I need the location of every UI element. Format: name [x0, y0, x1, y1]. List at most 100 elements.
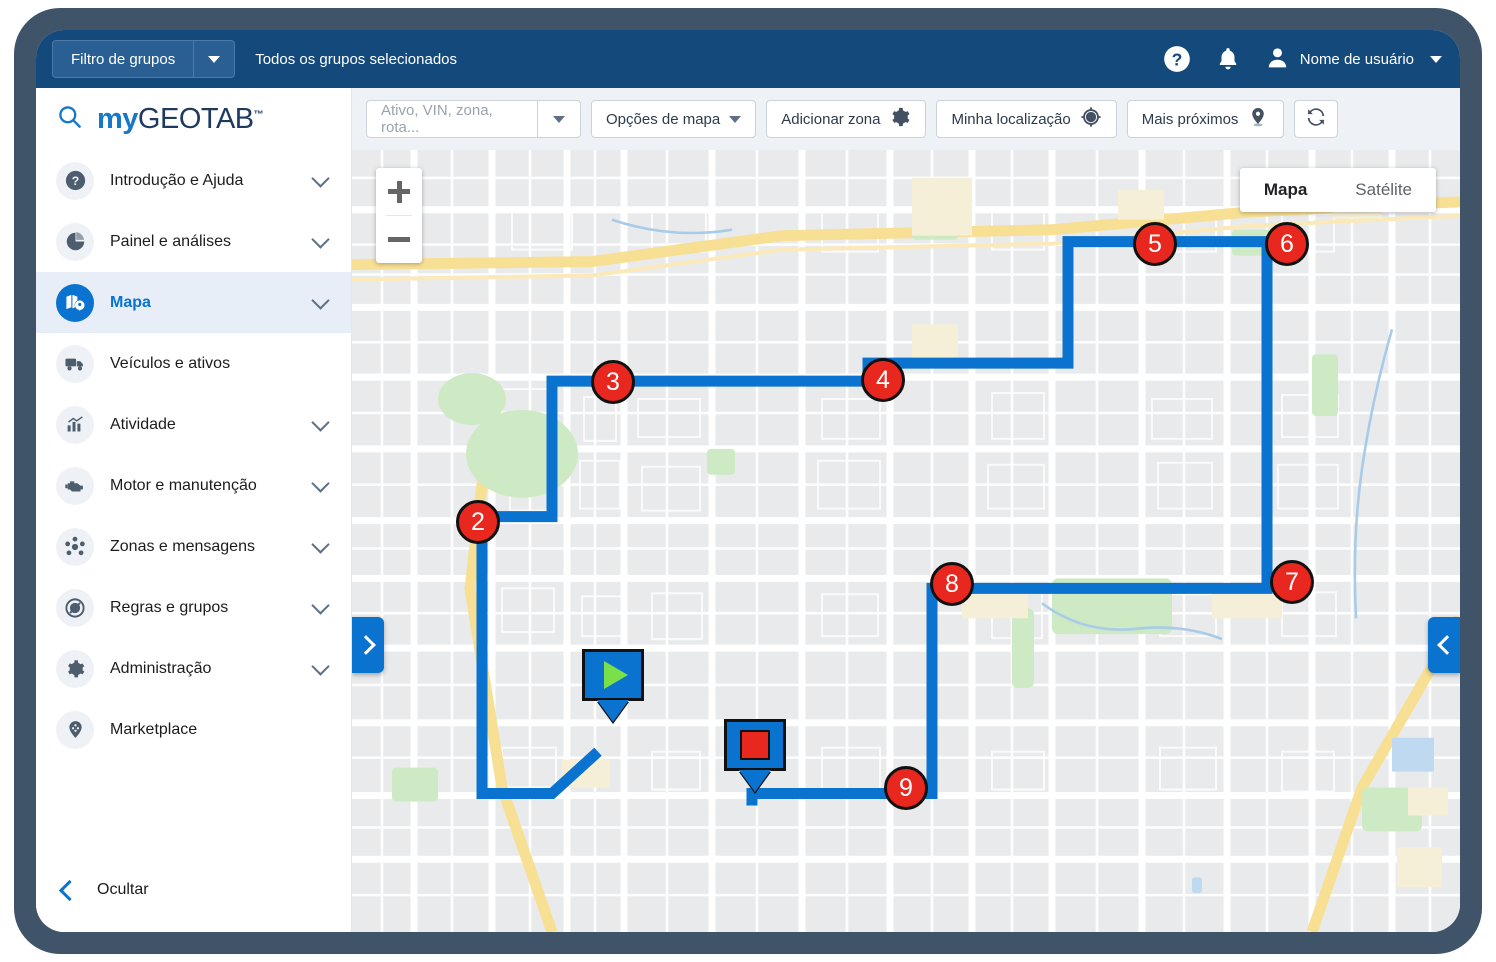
- minus-icon: [388, 237, 410, 242]
- map-search-control[interactable]: Ativo, VIN, zona, rota...: [366, 100, 581, 138]
- help-icon: ?: [56, 161, 94, 200]
- engine-icon: [56, 466, 94, 505]
- chevron-right-icon: [355, 635, 376, 655]
- marketplace-pin-icon: [56, 710, 94, 749]
- sidebar-item-label: Veículos e ativos: [110, 354, 231, 372]
- chevron-down-icon: [311, 534, 330, 554]
- mygeotab-logo: myGEOTAB™: [97, 102, 264, 135]
- sidebar-hide-button[interactable]: Ocultar: [36, 858, 351, 932]
- user-menu[interactable]: Nome de usuário: [1265, 45, 1442, 74]
- map-type-toggle[interactable]: Mapa Satélite: [1239, 168, 1436, 212]
- bell-icon[interactable]: [1215, 45, 1241, 73]
- nearest-button[interactable]: Mais próximos: [1126, 100, 1285, 138]
- right-panel-toggle[interactable]: [1428, 617, 1460, 673]
- sidebar-item-label: Zonas e mensagens: [110, 537, 255, 555]
- sidebar-item-introdu-o-e-ajuda[interactable]: ? Introdução e Ajuda: [36, 150, 351, 211]
- nearest-label: Mais próximos: [1141, 110, 1239, 128]
- refresh-button[interactable]: [1294, 100, 1339, 138]
- crosshair-icon: [1080, 106, 1102, 132]
- chevron-left-icon: [58, 879, 81, 901]
- gear-icon: [56, 649, 94, 688]
- route-start-marker[interactable]: [582, 649, 644, 722]
- map-canvas[interactable]: Mapa Satélite 2 3 4 5 6 7 8 9: [352, 150, 1460, 932]
- top-header-bar: Filtro de grupos Todos os grupos selecio…: [36, 30, 1460, 88]
- sidebar-item-regras-e-grupos[interactable]: Regras e grupos: [36, 577, 351, 638]
- top-bar-actions: ? Nome de usuário: [1163, 45, 1442, 74]
- route-stop-marker[interactable]: 6: [1265, 222, 1309, 266]
- route-stop-marker[interactable]: 5: [1133, 222, 1177, 266]
- my-location-button[interactable]: Minha localização: [936, 100, 1117, 138]
- map-search-dropdown-button[interactable]: [538, 101, 580, 137]
- location-pin-icon: [1247, 106, 1269, 132]
- sidebar-item-atividade[interactable]: Atividade: [36, 394, 351, 455]
- map-pin-icon: [56, 283, 94, 322]
- chevron-down-icon: [311, 168, 330, 188]
- group-selection-status: Todos os grupos selecionados: [255, 50, 458, 68]
- svg-text:?: ?: [71, 174, 78, 188]
- map-toolbar: Ativo, VIN, zona, rota... Opções de mapa…: [352, 88, 1460, 150]
- sidebar-item-mapa[interactable]: Mapa: [36, 272, 351, 333]
- group-filter-dropdown-button[interactable]: [194, 41, 234, 77]
- chevron-down-icon: [208, 55, 221, 63]
- chevron-down-icon: [1430, 55, 1442, 63]
- route-stop-marker[interactable]: 9: [884, 766, 928, 810]
- search-icon[interactable]: [56, 103, 83, 135]
- chevron-down-icon: [311, 412, 330, 432]
- logo-geotab: GEOTAB: [137, 102, 254, 135]
- left-panel-toggle[interactable]: [352, 617, 384, 673]
- map-type-satellite[interactable]: Satélite: [1331, 168, 1436, 212]
- sidebar-item-label: Introdução e Ajuda: [110, 171, 244, 189]
- device-frame: Filtro de grupos Todos os grupos selecio…: [14, 8, 1482, 954]
- pin-tail: [597, 700, 629, 722]
- zoom-in-button[interactable]: [376, 168, 422, 215]
- sidebar-item-administra-o[interactable]: Administração: [36, 638, 351, 699]
- pin-body: [724, 719, 786, 771]
- group-filter-control[interactable]: Filtro de grupos: [52, 40, 236, 78]
- bar-chart-icon: [56, 405, 94, 444]
- add-zone-label: Adicionar zona: [781, 110, 881, 128]
- no-entry-icon: [56, 588, 94, 627]
- pin-body: [582, 649, 644, 701]
- sidebar-item-painel-e-an-lises[interactable]: Painel e análises: [36, 211, 351, 272]
- sidebar-item-marketplace[interactable]: Marketplace: [36, 699, 351, 760]
- sidebar-item-label: Painel e análises: [110, 232, 231, 250]
- sidebar-item-ve-culos-e-ativos[interactable]: Veículos e ativos: [36, 333, 351, 394]
- route-stop-marker[interactable]: 7: [1270, 560, 1314, 604]
- my-location-label: Minha localização: [951, 110, 1071, 128]
- route-stop-marker[interactable]: 8: [930, 562, 974, 606]
- map-basemap: [352, 150, 1460, 932]
- zoom-control[interactable]: [376, 168, 422, 263]
- app-screen: Filtro de grupos Todos os grupos selecio…: [36, 30, 1460, 932]
- sidebar-item-label: Administração: [110, 659, 212, 677]
- sidebar-item-zonas-e-mensagens[interactable]: Zonas e mensagens: [36, 516, 351, 577]
- zoom-out-button[interactable]: [376, 216, 422, 263]
- map-search-input[interactable]: Ativo, VIN, zona, rota...: [367, 101, 537, 137]
- map-options-button[interactable]: Opções de mapa: [591, 100, 757, 138]
- help-circle-icon[interactable]: ?: [1163, 45, 1191, 73]
- user-avatar-icon: [1265, 45, 1290, 74]
- chevron-down-icon: [553, 115, 565, 123]
- map-options-label: Opções de mapa: [606, 110, 721, 128]
- add-zone-button[interactable]: Adicionar zona: [766, 100, 927, 138]
- route-stop-marker[interactable]: 4: [861, 358, 905, 402]
- map-column: Ativo, VIN, zona, rota... Opções de mapa…: [352, 88, 1460, 932]
- refresh-icon: [1305, 106, 1327, 132]
- logo-my: my: [97, 102, 138, 135]
- brand-row: myGEOTAB™: [36, 88, 351, 150]
- route-stop-marker[interactable]: 3: [591, 360, 635, 404]
- route-stop-marker[interactable]: 2: [456, 500, 500, 544]
- chevron-down-icon: [729, 115, 742, 123]
- pie-chart-icon: [56, 222, 94, 261]
- route-end-marker[interactable]: [724, 719, 786, 792]
- app-body: myGEOTAB™ ? Introdução e Ajuda Painel e an…: [36, 88, 1460, 932]
- sidebar-hide-label: Ocultar: [97, 881, 149, 898]
- map-type-map[interactable]: Mapa: [1240, 168, 1331, 212]
- group-filter-label[interactable]: Filtro de grupos: [53, 41, 195, 77]
- sidebar-item-label: Regras e grupos: [110, 598, 229, 616]
- sidebar-nav-list: ? Introdução e Ajuda Painel e análises Mapa…: [36, 150, 351, 760]
- chevron-down-icon: [311, 656, 330, 676]
- chevron-down-icon: [311, 595, 330, 615]
- sidebar-item-label: Mapa: [110, 293, 151, 311]
- logo-trademark: ™: [253, 108, 264, 120]
- sidebar-item-motor-e-manuten-o[interactable]: Motor e manutenção: [36, 455, 351, 516]
